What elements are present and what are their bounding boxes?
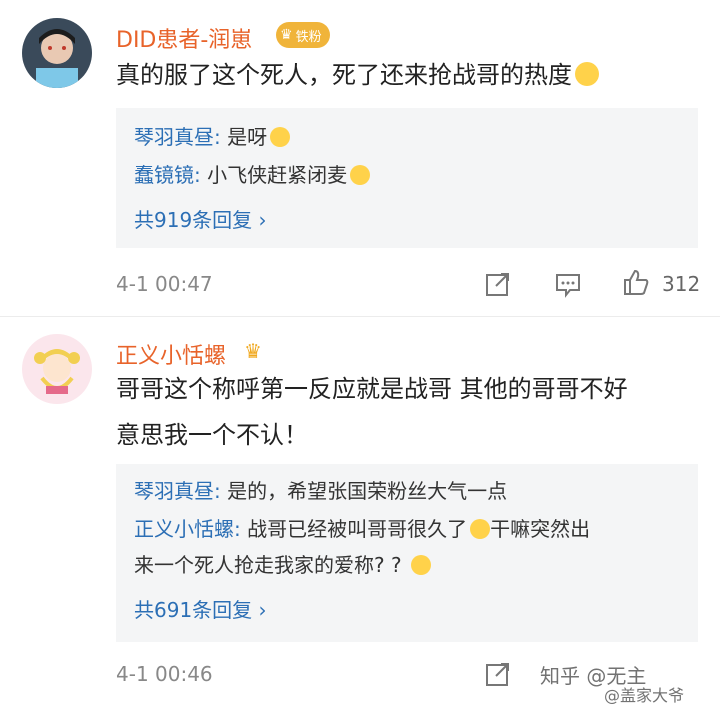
- comment-text-line: 意思我一个不认！: [116, 421, 308, 449]
- comment-2: 正义小恬螺 ♛ 哥哥这个称呼第一反应就是战哥 其他的哥哥不好 意思我一个不认！ …: [0, 0, 720, 706]
- scared-emoji-icon: [470, 519, 491, 539]
- more-replies-link[interactable]: 共691条回复 ›: [134, 594, 267, 623]
- reply-item-continued: 来一个死人抢走我家的爱称? ?: [134, 548, 431, 582]
- reply-item[interactable]: 正义小恬螺: 战哥已经被叫哥哥很久了 干嘛突然出: [134, 512, 590, 546]
- weibo-watermark: @盖家大爷: [604, 686, 685, 705]
- reply-box[interactable]: 琴羽真昼: 是的，希望张国荣粉丝大气一点 正义小恬螺: 战哥已经被叫哥哥很久了干…: [116, 464, 698, 642]
- share-icon[interactable]: [484, 660, 512, 688]
- reply-text: 来一个死人抢走我家的爱称? ?: [134, 553, 408, 577]
- reply-text: 战哥已经被叫哥哥很久了: [240, 517, 468, 541]
- reply-item[interactable]: 琴羽真昼: 是的，希望张国荣粉丝大气一点: [134, 474, 507, 508]
- comment-text-line: 哥哥这个称呼第一反应就是战哥 其他的哥哥不好: [116, 375, 628, 403]
- reply-author[interactable]: 琴羽真昼:: [134, 479, 221, 503]
- comment-text: 哥哥这个称呼第一反应就是战哥 其他的哥哥不好 意思我一个不认！: [116, 366, 706, 458]
- reply-author[interactable]: 正义小恬螺:: [134, 517, 241, 541]
- wave-emoji-icon: [410, 555, 431, 575]
- reply-text: 干嘛突然出: [490, 517, 591, 541]
- crown-icon: ♛: [244, 339, 262, 363]
- reply-text: 是的，希望张国荣粉丝大气一点: [220, 479, 508, 503]
- comment-time: 4-1 00:46: [116, 662, 213, 686]
- avatar[interactable]: [22, 334, 92, 404]
